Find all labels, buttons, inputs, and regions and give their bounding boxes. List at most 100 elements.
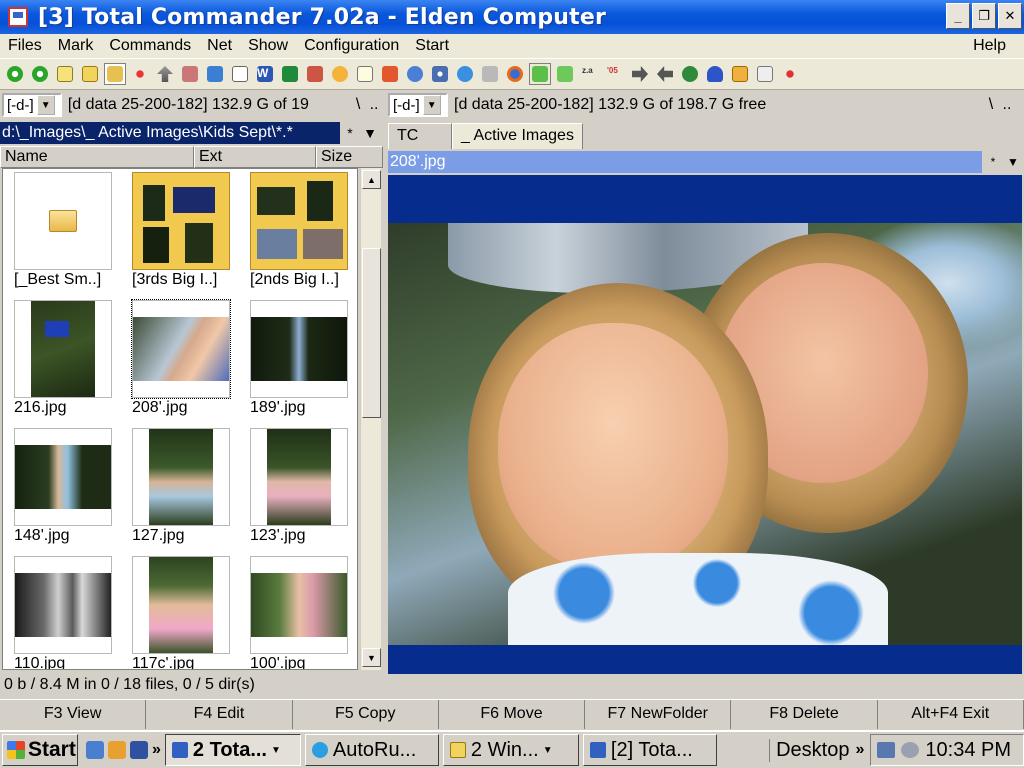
column-name[interactable]: Name [0, 146, 194, 168]
taskbar-item-autorun[interactable]: AutoRu... [304, 734, 439, 766]
list-item[interactable]: [2nds Big I..] [239, 169, 357, 297]
clock[interactable]: 10:34 PM [925, 739, 1011, 762]
path-filter-button[interactable]: * [340, 125, 360, 141]
viewer-filter-button[interactable]: * [983, 151, 1003, 173]
column-size[interactable]: Size [316, 146, 383, 168]
list-item[interactable]: 100'.jpg [239, 553, 357, 669]
list-item[interactable]: 117c'.jpg [121, 553, 239, 669]
tool-icon-3[interactable] [479, 63, 501, 85]
list-item[interactable]: 148'.jpg [3, 425, 121, 553]
close-button[interactable]: ✕ [998, 3, 1022, 29]
refresh-right-icon[interactable] [29, 63, 51, 85]
outlook-quicklaunch-icon[interactable] [108, 741, 126, 759]
network-icon[interactable] [877, 742, 896, 758]
left-root-button[interactable]: \ [351, 96, 365, 114]
minimize-button[interactable]: _ [946, 3, 970, 29]
menu-help[interactable]: Help [965, 37, 1014, 55]
back-icon[interactable] [654, 63, 676, 85]
forward-icon[interactable] [629, 63, 651, 85]
left-drive-select[interactable]: [-d-] ▼ [2, 93, 62, 117]
list-item[interactable]: 216.jpg [3, 297, 121, 425]
excel-icon[interactable] [279, 63, 301, 85]
extension-icon[interactable] [779, 63, 801, 85]
scroll-up-icon[interactable]: ▲ [362, 170, 381, 189]
column-ext[interactable]: Ext [194, 146, 316, 168]
menu-files[interactable]: Files [0, 37, 50, 55]
sort-name-icon[interactable]: z.a [579, 63, 601, 85]
menu-net[interactable]: Net [199, 37, 240, 55]
title-bar[interactable]: [3] Total Commander 7.02a - Elden Comput… [0, 0, 1024, 34]
firefox-icon[interactable] [504, 63, 526, 85]
scroll-thumb[interactable] [362, 248, 381, 418]
menu-configuration[interactable]: Configuration [296, 37, 407, 55]
refresh-left-icon[interactable] [4, 63, 26, 85]
taskbar-item-windows[interactable]: 2 Win... ▼ [442, 734, 579, 766]
up-dir-icon[interactable] [154, 63, 176, 85]
app-icon[interactable] [8, 7, 28, 27]
restore-button[interactable]: ❐ [972, 3, 996, 29]
ie-icon[interactable] [454, 63, 476, 85]
sort-date-icon[interactable]: '05 [604, 63, 626, 85]
hand-icon[interactable] [329, 63, 351, 85]
taskbar-item-total-commander[interactable]: 2 Tota... ▼ [164, 734, 301, 766]
scroll-down-icon[interactable]: ▼ [362, 648, 381, 667]
tool-icon-2[interactable] [404, 63, 426, 85]
tree-view-icon[interactable] [79, 63, 101, 85]
chevron-down-icon[interactable]: ▼ [422, 95, 441, 115]
menu-mark[interactable]: Mark [50, 37, 102, 55]
menu-commands[interactable]: Commands [101, 37, 199, 55]
calculator-icon[interactable] [729, 63, 751, 85]
sync-dirs-icon[interactable] [529, 63, 551, 85]
list-item[interactable]: [_Best Sm..] [3, 169, 121, 297]
list-item[interactable]: 110.jpg [3, 553, 121, 669]
f6-move-button[interactable]: F6 Move [439, 700, 586, 729]
start-button[interactable]: Start [2, 734, 78, 766]
list-item[interactable]: 127.jpg [121, 425, 239, 553]
f7-newfolder-button[interactable]: F7 NewFolder [585, 700, 732, 729]
editor-icon[interactable] [354, 63, 376, 85]
right-root-button[interactable]: \ [984, 96, 998, 114]
path-history-button[interactable]: ▼ [360, 125, 380, 141]
word-icon[interactable]: W [254, 63, 276, 85]
image-viewer[interactable] [388, 175, 1022, 696]
viewer-history-button[interactable]: ▼ [1003, 151, 1023, 173]
chevron-down-icon[interactable]: ▼ [36, 95, 55, 115]
ie-quicklaunch-icon[interactable] [86, 741, 104, 759]
menu-show[interactable]: Show [240, 37, 296, 55]
speaker-icon[interactable] [901, 742, 920, 758]
list-item[interactable]: 123'.jpg [239, 425, 357, 553]
left-parent-button[interactable]: .. [365, 96, 383, 114]
list-item[interactable]: [3rds Big I..] [121, 169, 239, 297]
list-item[interactable]: 189'.jpg [239, 297, 357, 425]
invert-selection-icon[interactable] [129, 63, 151, 85]
f8-delete-button[interactable]: F8 Delete [731, 700, 878, 729]
desktop-toolbar[interactable]: Desktop [769, 738, 855, 762]
f3-view-button[interactable]: F3 View [0, 700, 147, 729]
notepad-icon[interactable] [229, 63, 251, 85]
menu-start[interactable]: Start [407, 37, 457, 55]
tc-quicklaunch-icon[interactable] [130, 741, 148, 759]
taskbar-item-total-commander-2[interactable]: [2] Tota... [582, 734, 717, 766]
right-parent-button[interactable]: .. [998, 96, 1016, 114]
alt-f4-exit-button[interactable]: Alt+F4 Exit [878, 700, 1024, 729]
disc-icon[interactable] [429, 63, 451, 85]
tool-icon-1[interactable] [304, 63, 326, 85]
compare-icon[interactable] [554, 63, 576, 85]
list-item[interactable]: 208'.jpg [121, 297, 239, 425]
quicklaunch-chevron[interactable]: » [152, 741, 161, 759]
tab-active-images[interactable]: _ Active Images [452, 123, 583, 149]
f4-edit-button[interactable]: F4 Edit [146, 700, 293, 729]
right-drive-select[interactable]: [-d-] ▼ [388, 93, 448, 117]
headphones-icon[interactable] [704, 63, 726, 85]
globe-icon[interactable] [679, 63, 701, 85]
ftp-icon[interactable] [179, 63, 201, 85]
office-icon[interactable] [379, 63, 401, 85]
tab-tc[interactable]: TC [388, 123, 452, 149]
left-path[interactable]: d:\_Images\_ Active Images\Kids Sept\*.* [0, 122, 340, 144]
pack-icon[interactable] [204, 63, 226, 85]
f5-copy-button[interactable]: F5 Copy [293, 700, 439, 729]
rename-icon[interactable] [754, 63, 776, 85]
desktop-chevron[interactable]: » [855, 741, 864, 759]
left-scrollbar[interactable]: ▲ ▼ [360, 168, 381, 670]
thumbnail-view-icon[interactable] [104, 63, 126, 85]
